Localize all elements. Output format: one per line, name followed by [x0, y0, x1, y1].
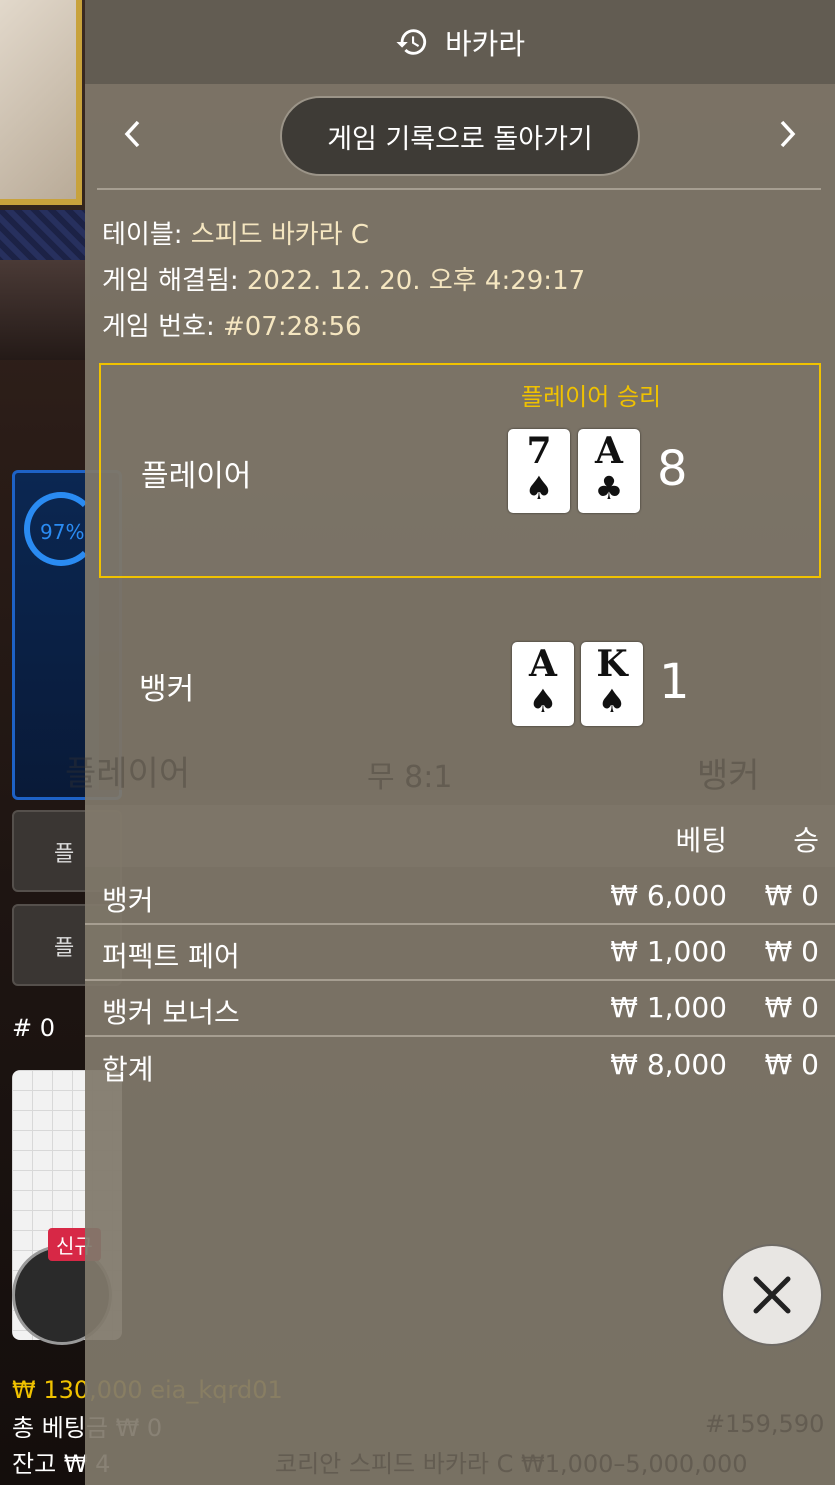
percent-text: 97% [40, 520, 85, 544]
info-game-number: 게임 번호: #07:28:56 [102, 306, 362, 343]
close-icon [753, 1276, 791, 1314]
card-rank: K [596, 643, 628, 685]
ghost-banker: 뱅커 [697, 756, 760, 796]
info-table: 테이블: 스피드 바카라 C [102, 214, 369, 251]
banker-card-2: K ♠ [581, 642, 643, 726]
next-game-button[interactable] [767, 114, 807, 154]
player-score: 8 [657, 441, 688, 497]
divider [97, 188, 821, 190]
history-icon [396, 29, 427, 55]
win-column-header: 승 [793, 824, 819, 857]
table-row: 뱅커 ₩ 6,000 ₩ 0 [85, 869, 835, 925]
info-game-number-value: #07:28:56 [222, 312, 362, 342]
player-win-label: 플레이어 승리 [521, 383, 662, 411]
banker-score: 1 [659, 654, 690, 710]
total-win: ₩ 0 [764, 1048, 819, 1081]
spade-icon: ♠ [528, 682, 558, 720]
bet-amount: ₩ 1,000 [610, 935, 727, 968]
banker-label: 뱅커 [139, 672, 195, 707]
bet-win: ₩ 0 [764, 879, 819, 912]
bet-win: ₩ 0 [764, 991, 819, 1024]
total-amount: ₩ 8,000 [610, 1048, 727, 1081]
banker-card-1: A ♠ [512, 642, 574, 726]
chevron-left-icon [124, 120, 140, 148]
dealer-chair [0, 260, 90, 360]
previous-game-button[interactable] [113, 114, 153, 154]
bet-column-header: 베팅 [675, 824, 727, 857]
ghost-game-no: #159,590 [705, 1410, 825, 1438]
round-count: # 0 [12, 1014, 56, 1042]
info-resolved-value: 2022. 12. 20. 오후 4:29:17 [246, 266, 586, 296]
close-button[interactable] [721, 1244, 823, 1346]
table-row: 퍼펙트 페어 ₩ 1,000 ₩ 0 [85, 925, 835, 981]
total-label: 합계 [102, 1053, 154, 1086]
card-rank: A [595, 430, 623, 472]
spade-icon: ♠ [597, 682, 627, 720]
info-resolved-label: 게임 해결됨: [102, 266, 239, 296]
info-resolved: 게임 해결됨: 2022. 12. 20. 오후 4:29:17 [102, 260, 585, 297]
card-rank: 7 [526, 430, 552, 472]
bet-win: ₩ 0 [764, 935, 819, 968]
player-card-2: A ♣ [578, 429, 640, 513]
bet-name: 뱅커 [102, 884, 154, 917]
player-label: 플레이어 [141, 459, 252, 494]
bet-name: 퍼펙트 페어 [102, 940, 240, 973]
club-icon: ♣ [594, 469, 624, 507]
wall-frame [0, 0, 82, 205]
back-to-history-button[interactable]: 게임 기록으로 돌아가기 [280, 96, 640, 176]
bet-amount: ₩ 6,000 [610, 879, 727, 912]
history-nav: 게임 기록으로 돌아가기 [85, 84, 835, 190]
spade-icon: ♠ [524, 469, 554, 507]
info-table-value: 스피드 바카라 C [190, 220, 370, 250]
bet-amount: ₩ 1,000 [610, 991, 727, 1024]
ghost-tie: 무 8:1 [367, 760, 453, 795]
player-hand: 플레이어 승리 플레이어 7 ♠ A ♣ 8 [99, 363, 821, 578]
table-row: 뱅커 보너스 ₩ 1,000 ₩ 0 [85, 981, 835, 1037]
ghost-player: 플레이어 [65, 754, 191, 794]
bet-name: 뱅커 보너스 [102, 996, 240, 1029]
player-card-1: 7 ♠ [508, 429, 570, 513]
card-rank: A [529, 643, 557, 685]
ghost-table-limit: 코리안 스피드 바카라 C ₩1,000–5,000,000 [275, 1450, 748, 1478]
info-game-number-label: 게임 번호: [102, 312, 215, 342]
info-table-label: 테이블: [102, 220, 183, 250]
panel-title: 바카라 [444, 27, 526, 61]
chevron-right-icon [780, 120, 796, 148]
game-history-panel: 바카라 게임 기록으로 돌아가기 테이블: 스피드 바카라 C 게임 해결됨: … [65, 0, 835, 1485]
panel-header: 바카라 [85, 0, 835, 84]
total-row: 합계 ₩ 8,000 ₩ 0 [85, 1038, 835, 1094]
bets-header: 베팅 승 [85, 805, 835, 867]
